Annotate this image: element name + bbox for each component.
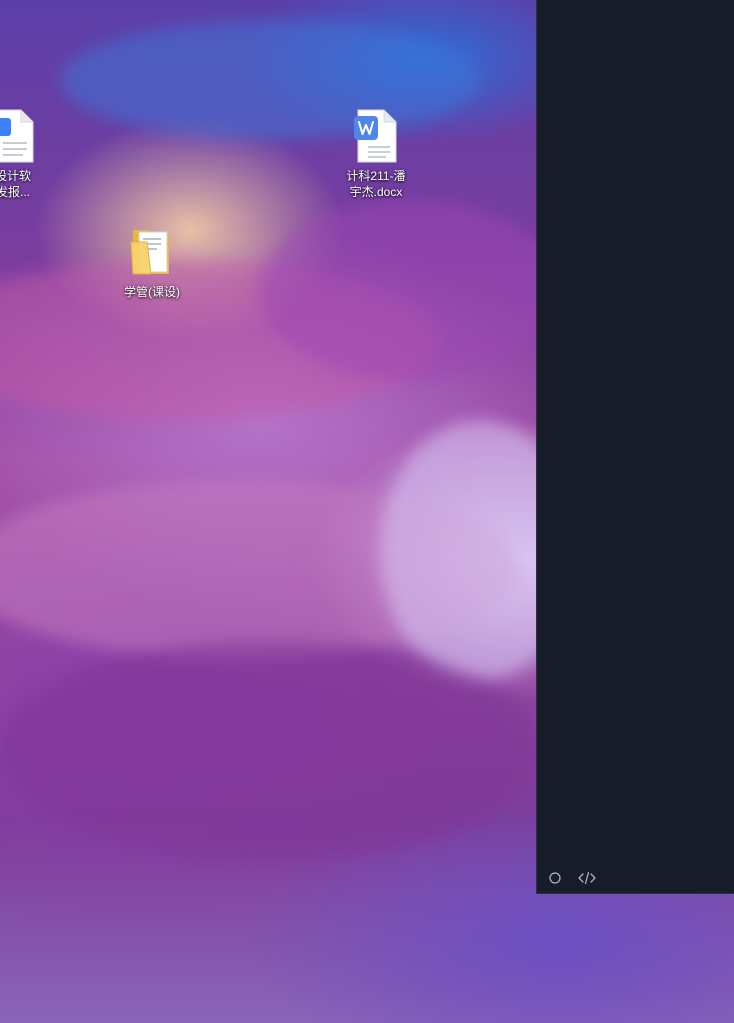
code-button[interactable] bbox=[577, 868, 597, 888]
icon-label-line1: 学管(课设) bbox=[124, 285, 180, 299]
icon-label-line2: 发报... bbox=[0, 185, 30, 199]
wallpaper-shape bbox=[60, 20, 480, 140]
circle-button[interactable] bbox=[545, 868, 565, 888]
desktop-icon-docx[interactable]: 计科211-潘 宇杰.docx bbox=[337, 108, 415, 200]
side-panel bbox=[536, 0, 734, 894]
wallpaper-shape bbox=[0, 640, 540, 860]
code-icon bbox=[578, 871, 596, 885]
panel-footer bbox=[537, 863, 734, 893]
word-document-icon bbox=[0, 109, 34, 163]
icon-label-line2: 宇杰.docx bbox=[349, 185, 403, 199]
icon-label: 学管(课设) bbox=[124, 284, 180, 300]
icon-label-line1: 设计软 bbox=[0, 169, 31, 183]
wallpaper-shape bbox=[260, 200, 560, 380]
icon-label: 设计软 发报... bbox=[0, 168, 31, 200]
word-document-icon bbox=[354, 109, 397, 163]
icon-label-line1: 计科211-潘 bbox=[346, 169, 406, 183]
desktop-icon-document[interactable]: 设计软 发报... bbox=[0, 108, 52, 200]
circle-icon bbox=[549, 872, 561, 884]
folder-icon bbox=[130, 230, 169, 275]
icon-label: 计科211-潘 宇杰.docx bbox=[346, 168, 405, 200]
desktop-icon-folder[interactable]: 学管(课设) bbox=[113, 224, 191, 300]
desktop: 设计软 发报... 计科211-潘 宇杰.docx 学管(课设) bbox=[0, 0, 734, 1023]
